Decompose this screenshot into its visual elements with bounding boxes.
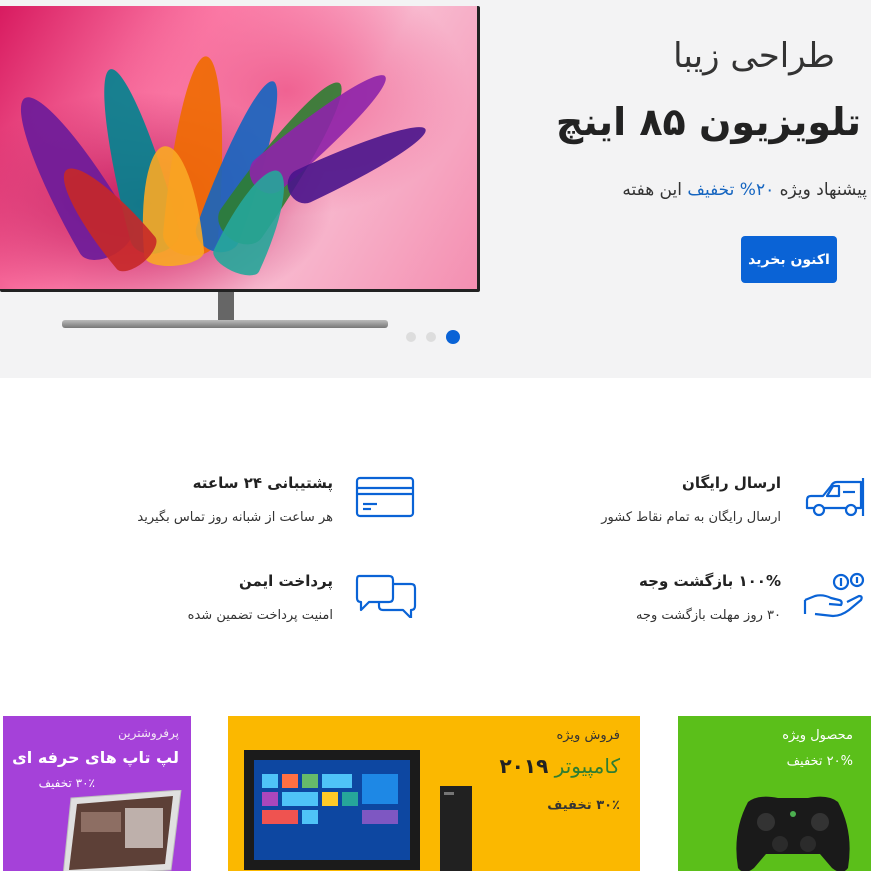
hero-subtitle: طراحی زیبا [673,36,835,76]
feature-desc: ۳۰ روز مهلت بازگشت وجه [635,608,781,623]
buy-now-button[interactable]: اکنون بخرید [741,236,837,283]
feature-title: پشتیبانی ۲۴ ساعته [192,474,333,492]
tv-stand-neck [218,292,234,322]
offer-highlight: ۲۰% تخفیف [687,180,775,200]
promo-discount: ۲۰% تخفیف [786,754,853,769]
feature-money-back: ۱۰۰% بازگشت وجه ۳۰ روز مهلت بازگشت وجه [465,570,865,640]
feature-secure-payment: پرداخت ایمن امنیت پرداخت تضمین شده [0,570,417,640]
promo-card-laptops[interactable]: پرفروشترین لپ تاپ های حرفه ای ۳۰٪ تخفیف [3,716,191,871]
slide-dot-2[interactable] [426,332,436,342]
promo-title-highlight: کامپیوتر [554,754,620,778]
promo-tag: فروش ویژه [556,728,620,743]
promo-title: کامپیوتر ۲۰۱۹ [499,754,620,778]
feature-desc: ارسال رایگان به تمام نقاط کشور [601,510,781,525]
hero-title: تلویزیون ۸۵ اینچ [555,100,861,144]
promo-discount: ۳۰٪ تخفیف [547,798,620,813]
promo-title: لپ تاپ های حرفه ای [12,748,179,767]
feature-title: ۱۰۰% بازگشت وجه [639,572,781,590]
feature-desc: امنیت پرداخت تضمین شده [187,608,333,623]
offer-text-before: پیشنهاد ویژه [774,180,867,200]
slider-pagination [406,330,460,344]
promo-card-computers[interactable]: فروش ویژه کامپیوتر ۲۰۱۹ ۳۰٪ تخفیف [228,716,640,871]
promo-card-gamepad[interactable]: محصول ویژه ۲۰% تخفیف [678,716,871,871]
money-back-hand-icon [803,572,865,618]
laptop-image [63,790,182,871]
promo-title-year: ۲۰۱۹ [499,754,549,778]
tv-stand-base [62,320,388,328]
slide-dot-3[interactable] [406,332,416,342]
promo-tag: محصول ویژه [782,728,853,743]
truck-icon [805,478,865,517]
promo-discount: ۳۰٪ تخفیف [38,776,95,790]
hero-slider: طراحی زیبا تلویزیون ۸۵ اینچ پیشنهاد ویژه… [0,0,871,378]
chat-bubbles-icon [355,574,417,618]
feature-support: پشتیبانی ۲۴ ساعته هر ساعت از شبانه روز ت… [0,472,417,542]
feature-title: پرداخت ایمن [238,572,333,590]
hero-offer: پیشنهاد ویژه ۲۰% تخفیف این هفته [622,180,867,200]
feature-free-shipping: ارسال رایگان ارسال رایگان به تمام نقاط ک… [465,472,865,542]
promo-tag: پرفروشترین [118,726,179,740]
credit-card-icon [355,476,415,518]
gamepad-image [736,796,850,871]
feature-title: ارسال رایگان [682,474,781,492]
offer-text-after: این هفته [622,180,688,200]
computer-image [244,750,472,871]
slide-dot-1[interactable] [446,330,460,344]
feature-desc: هر ساعت از شبانه روز تماس بگیرید [137,510,333,525]
tv-product-image [0,6,480,292]
